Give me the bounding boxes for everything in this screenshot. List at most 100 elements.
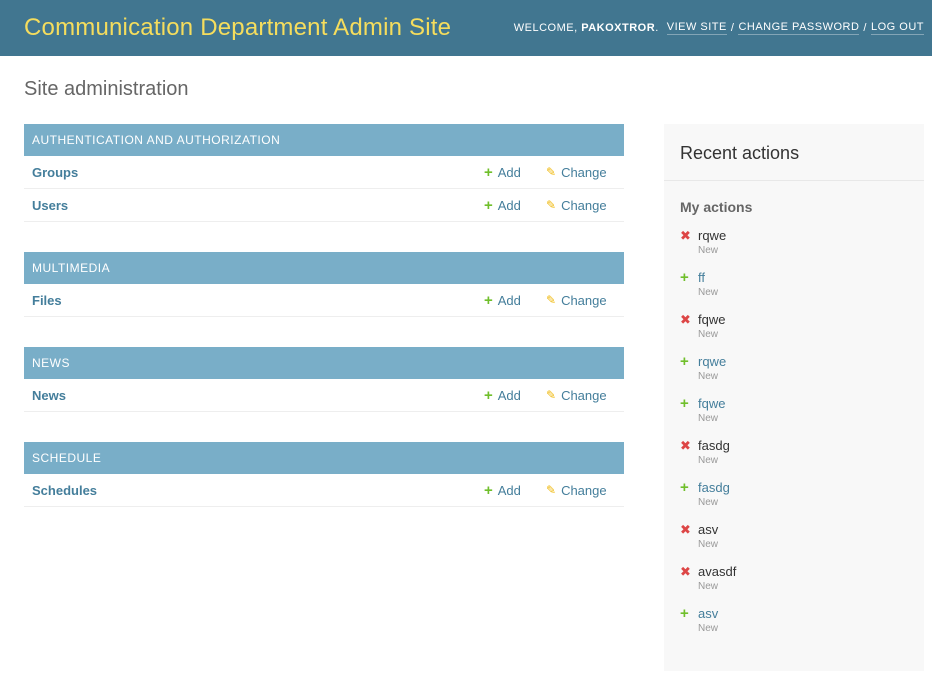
add-button[interactable]: + Add: [484, 483, 546, 498]
add-button[interactable]: + Add: [484, 165, 546, 180]
module-authentication-and-authorization: Authentication and Authorization Groups + A…: [24, 124, 624, 222]
recent-action-name: fasdg: [698, 438, 730, 453]
welcome-text: WELCOME, PAKOXTROR.: [513, 22, 659, 34]
model-link-schedules[interactable]: Schedules: [24, 483, 484, 498]
recent-action-type: New: [698, 329, 719, 340]
change-button[interactable]: ✎ Change: [546, 293, 624, 308]
separator: /: [730, 22, 735, 34]
change-label: Change: [561, 482, 607, 498]
plus-icon: +: [484, 163, 493, 181]
pencil-icon: ✎: [546, 197, 557, 212]
recent-action-type: New: [698, 581, 719, 592]
recent-action-item: ✖ asv New: [680, 521, 908, 563]
plus-icon: +: [680, 269, 689, 286]
add-button[interactable]: + Add: [484, 388, 546, 403]
recent-action-text: asv New: [698, 521, 718, 563]
change-label: Change: [561, 164, 607, 180]
add-button[interactable]: + Add: [484, 293, 546, 308]
plus-icon: +: [484, 386, 493, 404]
change-password-link[interactable]: CHANGE PASSWORD: [738, 21, 860, 35]
site-title[interactable]: Communication Department Admin Site: [24, 14, 451, 42]
model-link-files[interactable]: Files: [24, 293, 484, 308]
plus-icon: +: [484, 481, 493, 499]
recent-action-text: fqwe New: [698, 395, 725, 437]
pencil-icon: ✎: [546, 292, 557, 307]
change-label: Change: [561, 387, 607, 403]
welcome-label: WELCOME,: [513, 22, 578, 34]
plus-icon: +: [484, 291, 493, 309]
recent-action-item: + ff New: [680, 269, 908, 311]
model-row-users: Users + Add ✎ Change: [24, 189, 624, 222]
recent-action-item: + rqwe New: [680, 353, 908, 395]
recent-action-item: + asv New: [680, 605, 908, 647]
cross-icon: ✖: [680, 438, 691, 453]
add-label: Add: [497, 292, 521, 308]
recent-action-item: ✖ avasdf New: [680, 563, 908, 605]
pencil-icon: ✎: [546, 482, 557, 497]
module-multimedia: Multimedia Files + Add ✎ Change: [24, 252, 624, 317]
separator: /: [863, 22, 867, 34]
recent-action-item: ✖ fqwe New: [680, 311, 908, 353]
model-row-schedules: Schedules + Add ✎ Change: [24, 474, 624, 507]
recent-action-name[interactable]: asv: [698, 605, 718, 623]
model-link-news[interactable]: News: [24, 388, 484, 403]
add-button[interactable]: + Add: [484, 198, 546, 213]
recent-action-type: New: [698, 539, 719, 550]
log-out-link[interactable]: LOG OUT: [870, 21, 924, 35]
plus-icon: +: [484, 196, 493, 214]
module-caption[interactable]: Multimedia: [24, 252, 624, 284]
recent-action-type: New: [698, 245, 719, 256]
model-row-groups: Groups + Add ✎ Change: [24, 156, 624, 189]
cross-icon: ✖: [680, 522, 691, 537]
recent-action-name[interactable]: ff: [698, 269, 718, 287]
plus-icon: +: [680, 395, 689, 412]
recent-action-type: New: [698, 455, 719, 466]
recent-action-text: asv New: [698, 605, 718, 647]
recent-action-text: rqwe New: [698, 353, 726, 395]
recent-action-text: rqwe New: [698, 227, 726, 269]
add-label: Add: [497, 387, 521, 403]
my-actions-title: My actions: [680, 199, 753, 215]
change-button[interactable]: ✎ Change: [546, 483, 624, 498]
view-site-link[interactable]: VIEW SITE: [666, 21, 727, 35]
module-caption[interactable]: Schedule: [24, 442, 624, 474]
change-button[interactable]: ✎ Change: [546, 388, 624, 403]
recent-action-name: fqwe: [698, 312, 726, 327]
recent-action-name[interactable]: fasdg: [698, 479, 730, 497]
add-label: Add: [497, 197, 521, 213]
plus-icon: +: [680, 353, 689, 370]
username: PAKOXTROR: [581, 22, 656, 34]
model-link-groups[interactable]: Groups: [24, 165, 484, 180]
cross-icon: ✖: [680, 312, 691, 327]
recent-action-text: ff New: [698, 269, 718, 311]
recent-actions-title: Recent actions: [664, 124, 924, 181]
recent-action-name[interactable]: fqwe: [698, 395, 725, 413]
module-caption[interactable]: News: [24, 347, 624, 379]
plus-icon: +: [680, 605, 689, 622]
recent-action-name[interactable]: rqwe: [698, 353, 726, 371]
app-list: Authentication and Authorization Groups + A…: [24, 124, 624, 537]
header: Communication Department Admin Site WELC…: [0, 0, 932, 56]
recent-action-name: asv: [698, 522, 719, 537]
change-label: Change: [561, 197, 607, 213]
recent-action-type: New: [698, 497, 719, 508]
module-caption[interactable]: Authentication and Authorization: [24, 124, 624, 156]
recent-action-type: New: [698, 371, 719, 382]
model-link-users[interactable]: Users: [24, 198, 484, 213]
pencil-icon: ✎: [546, 164, 557, 179]
recent-action-type: New: [698, 287, 719, 298]
page-title: Site administration: [24, 78, 189, 100]
recent-action-item: ✖ rqwe New: [680, 227, 908, 269]
cross-icon: ✖: [680, 228, 691, 243]
change-label: Change: [561, 292, 607, 308]
change-button[interactable]: ✎ Change: [546, 165, 624, 180]
change-button[interactable]: ✎ Change: [546, 198, 624, 213]
module-schedule: Schedule Schedules + Add ✎ Change: [24, 442, 624, 507]
action-list: ✖ rqwe New + ff New ✖ fqwe New + rqwe New + fqwe New ✖ f…: [664, 227, 924, 647]
add-label: Add: [497, 164, 521, 180]
recent-action-type: New: [698, 623, 719, 634]
recent-action-text: avasdf New: [698, 563, 736, 605]
model-row-news: News + Add ✎ Change: [24, 379, 624, 412]
recent-action-name: rqwe: [698, 228, 727, 243]
recent-action-text: fasdg New: [698, 437, 730, 479]
